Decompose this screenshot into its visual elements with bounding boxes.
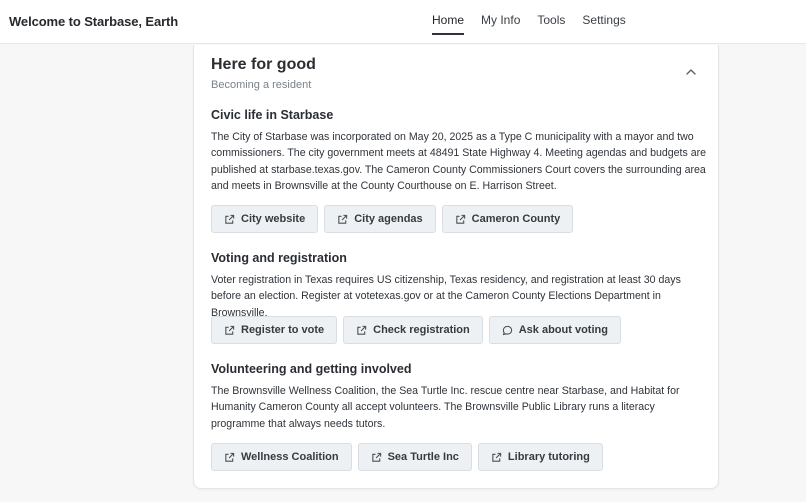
section-body-voting: Voter registration in Texas requires US … bbox=[211, 274, 681, 319]
check-registration-button[interactable]: Check registration bbox=[343, 316, 483, 344]
external-link-icon bbox=[224, 325, 235, 336]
city-agendas-button[interactable]: City agendas bbox=[324, 205, 436, 233]
city-agendas-label: City agendas bbox=[354, 213, 423, 225]
external-link-icon bbox=[337, 214, 348, 225]
card-title: Here for good bbox=[211, 56, 316, 73]
register-to-vote-label: Register to vote bbox=[241, 324, 325, 336]
register-to-vote-button[interactable]: Register to vote bbox=[211, 316, 338, 344]
nav-settings[interactable]: Settings bbox=[582, 13, 625, 35]
external-link-icon bbox=[371, 452, 382, 463]
wellness-coalition-label: Wellness Coalition bbox=[241, 451, 339, 463]
wellness-coalition-button[interactable]: Wellness Coalition bbox=[211, 443, 352, 471]
cameron-county-label: Cameron County bbox=[471, 213, 561, 225]
section-body-civic-life: The City of Starbase was incorporated on… bbox=[211, 131, 707, 192]
nav-my-info[interactable]: My Info bbox=[481, 13, 520, 35]
section-title-volunteering: Volunteering and getting involved bbox=[211, 362, 412, 376]
card-subtitle: Becoming a resident bbox=[211, 79, 312, 91]
nav-tools[interactable]: Tools bbox=[537, 13, 565, 35]
library-tutoring-label: Library tutoring bbox=[507, 451, 590, 463]
ask-about-voting-button[interactable]: Ask about voting bbox=[488, 316, 621, 344]
top-bar: Welcome to Starbase, Earth Home My Info … bbox=[0, 0, 806, 44]
chat-bubble-icon bbox=[502, 325, 513, 336]
cameron-county-button[interactable]: Cameron County bbox=[441, 205, 574, 233]
voting-links: Register to vote Check registration Ask … bbox=[211, 316, 621, 344]
collapse-button[interactable] bbox=[684, 65, 698, 79]
volunteering-links: Wellness Coalition Sea Turtle Inc Librar… bbox=[211, 443, 603, 471]
app-title: Welcome to Starbase, Earth bbox=[9, 14, 179, 29]
external-link-icon bbox=[224, 214, 235, 225]
nav-home[interactable]: Home bbox=[432, 13, 465, 35]
external-link-icon bbox=[455, 214, 466, 225]
section-body-volunteering: The Brownsville Wellness Coalition, the … bbox=[211, 385, 680, 430]
city-website-button[interactable]: City website bbox=[211, 205, 319, 233]
ask-about-voting-label: Ask about voting bbox=[518, 324, 608, 336]
section-title-civic-life: Civic life in Starbase bbox=[211, 108, 334, 122]
external-link-icon bbox=[356, 325, 367, 336]
here-for-good-card: Here for good Becoming a resident Civic … bbox=[193, 45, 719, 489]
main-nav: Home My Info Tools Settings bbox=[432, 13, 643, 35]
chevron-up-icon bbox=[684, 66, 698, 83]
sea-turtle-inc-label: Sea Turtle Inc bbox=[387, 451, 459, 463]
civic-links: City website City agendas Cameron County bbox=[211, 205, 574, 233]
external-link-icon bbox=[224, 452, 235, 463]
external-link-icon bbox=[491, 452, 502, 463]
check-registration-label: Check registration bbox=[373, 324, 470, 336]
library-tutoring-button[interactable]: Library tutoring bbox=[477, 443, 603, 471]
city-website-label: City website bbox=[241, 213, 306, 225]
section-title-voting: Voting and registration bbox=[211, 251, 347, 265]
sea-turtle-inc-button[interactable]: Sea Turtle Inc bbox=[357, 443, 472, 471]
